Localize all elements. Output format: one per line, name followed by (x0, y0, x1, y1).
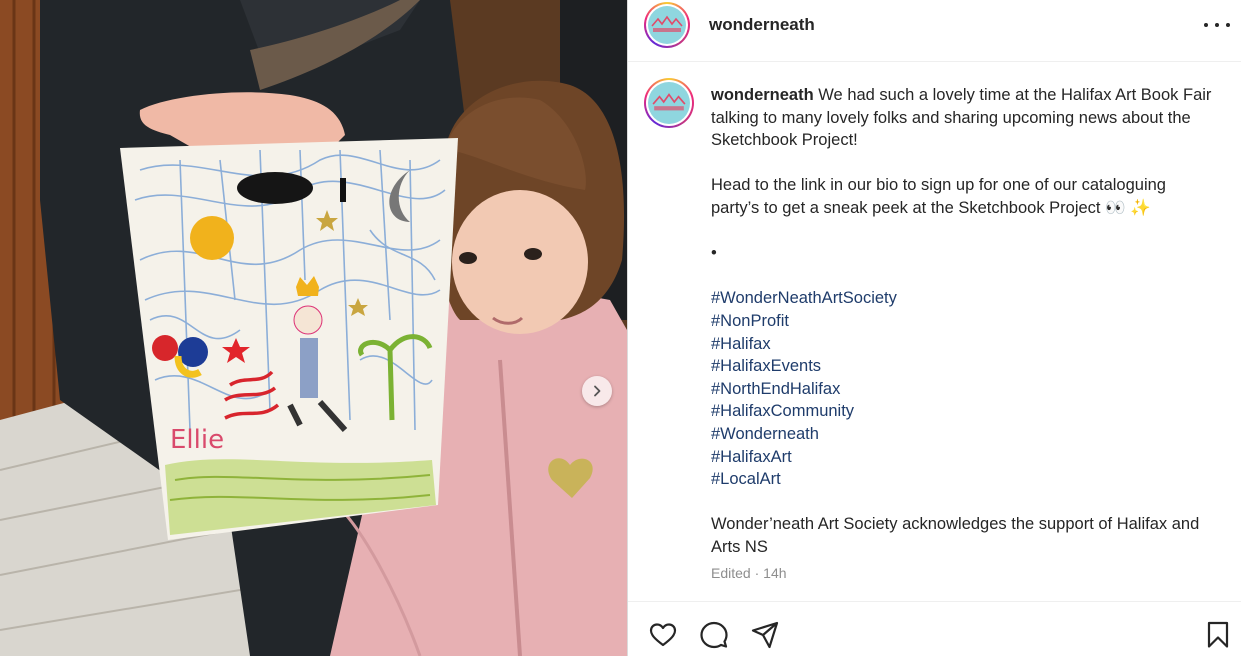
hashtag-link[interactable]: #NonProfit (711, 310, 1216, 333)
caption-username[interactable]: wonderneath (711, 86, 814, 104)
save-button[interactable] (1203, 620, 1233, 650)
wonderneath-logo-icon (651, 15, 683, 32)
comment-button[interactable] (699, 620, 729, 650)
hashtag-link[interactable]: #HalifaxArt (711, 446, 1216, 469)
chevron-right-icon (594, 385, 601, 397)
avatar[interactable] (644, 2, 690, 48)
paper-plane-icon (751, 621, 779, 649)
hashtag-link[interactable]: #HalifaxEvents (711, 355, 1216, 378)
share-button[interactable] (750, 620, 780, 650)
photo-illustration: Ellie (0, 0, 627, 656)
acknowledgement-text: Wonder’neath Art Society acknowledges th… (711, 515, 1200, 556)
caption-avatar[interactable] (644, 78, 694, 128)
drawing-name-text: Ellie (170, 425, 224, 455)
post-meta: Edited · 14h (711, 565, 787, 581)
hashtag-link[interactable]: #LocalArt (711, 468, 1216, 491)
hashtag-link[interactable]: #HalifaxCommunity (711, 400, 1216, 423)
post-photo[interactable]: Ellie (0, 0, 627, 656)
wonderneath-logo-icon (652, 93, 686, 111)
post-header: wonderneath (628, 0, 1241, 62)
edited-label: Edited (711, 565, 751, 581)
meta-separator: · (754, 565, 760, 581)
more-options-icon[interactable] (1204, 18, 1230, 32)
post-caption: wonderneath We had such a lovely time at… (711, 84, 1216, 558)
post-detail-panel: wonderneath wonderneath We had such a lo… (627, 0, 1241, 656)
like-button[interactable] (648, 620, 678, 650)
caption-text-2: Head to the link in our bio to sign up f… (711, 176, 1166, 217)
comment-icon (700, 621, 728, 649)
action-bar (628, 601, 1241, 656)
hashtag-link[interactable]: #Wonderneath (711, 423, 1216, 446)
timestamp[interactable]: 14h (763, 565, 786, 581)
hashtag-link[interactable]: #Halifax (711, 333, 1216, 356)
caption-bullet: • (711, 244, 717, 263)
heart-icon (649, 623, 677, 647)
next-photo-button[interactable] (582, 376, 612, 406)
bookmark-icon (1207, 621, 1229, 648)
hashtag-list: #WonderNeathArtSociety #NonProfit #Halif… (711, 287, 1216, 490)
header-username[interactable]: wonderneath (709, 15, 815, 35)
hashtag-link[interactable]: #NorthEndHalifax (711, 378, 1216, 401)
hashtag-link[interactable]: #WonderNeathArtSociety (711, 287, 1216, 310)
